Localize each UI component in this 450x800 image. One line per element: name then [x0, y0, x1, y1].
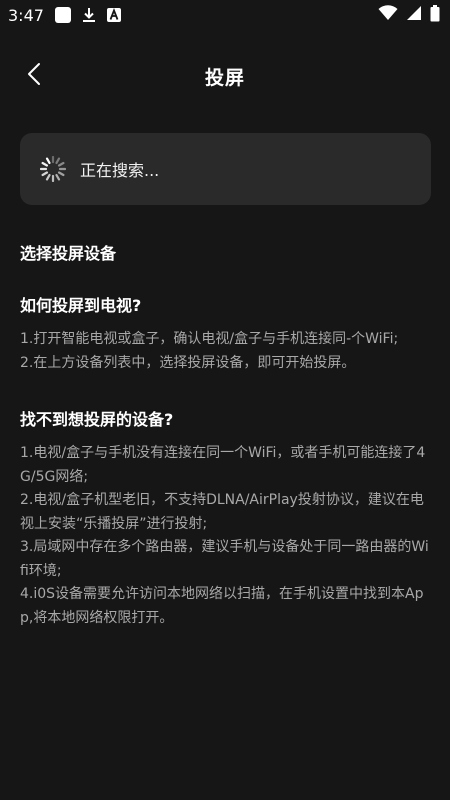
status-right-icons: [378, 0, 440, 30]
how-to-cast-steps: 1.打开智能电视或盒子，确认电视/盒子与手机连接同-个WiFi; 2.在上方设备…: [20, 328, 432, 375]
how-to-cast-title: 如何投屏到电视?: [20, 296, 142, 315]
spinner-tick: [45, 173, 51, 181]
signal-icon: [406, 5, 422, 25]
status-time: 3:47: [8, 5, 44, 25]
help-content: 选择投屏设备 如何投屏到电视? 1.打开智能电视或盒子，确认电视/盒子与手机连接…: [20, 236, 432, 630]
app-square-icon: [54, 6, 72, 24]
spinner-tick: [41, 171, 49, 177]
not-found-step-3: 3.局域网中存在多个路由器，建议手机与设备处于同一路由器的Wifi环境;: [20, 539, 429, 579]
status-bar: 3:47: [0, 0, 450, 30]
battery-icon: [430, 4, 440, 26]
search-status-text: 正在搜索...: [80, 161, 160, 180]
how-step-2: 2.在上方设备列表中，选择投屏设备，即可开始投屏。: [20, 354, 356, 371]
not-found-step-2: 2.电视/盒子机型老旧，不支持DLNA/AirPlay投射协议，建议在电视上安装…: [20, 492, 424, 532]
app-header: 投屏: [0, 48, 450, 104]
spinner-tick: [55, 157, 61, 165]
loading-spinner-icon: [39, 155, 67, 183]
wifi-icon: [378, 5, 398, 25]
device-search-card: 正在搜索...: [20, 133, 431, 205]
spinner-tick: [57, 171, 65, 177]
back-button[interactable]: [16, 58, 52, 94]
device-not-found-title: 找不到想投屏的设备?: [20, 410, 174, 429]
spinner-tick: [41, 161, 49, 167]
spinner-tick: [45, 157, 51, 165]
spinner-tick: [57, 161, 65, 167]
how-step-1: 1.打开智能电视或盒子，确认电视/盒子与手机连接同-个WiFi;: [20, 331, 399, 347]
chevron-left-icon: [27, 62, 41, 90]
page-title: 投屏: [204, 66, 245, 89]
not-found-step-1: 1.电视/盒子与手机没有连接在同一个WiFi，或者手机可能连接了4G/5G网络;: [20, 445, 426, 485]
a-badge-icon: [106, 7, 122, 23]
not-found-step-4: 4.i0S设备需要允许访问本地网络以扫描，在手机设置中找到本App,将本地网络权…: [20, 586, 424, 626]
spinner-tick: [55, 173, 61, 181]
device-not-found-steps: 1.电视/盒子与手机没有连接在同一个WiFi，或者手机可能连接了4G/5G网络;…: [20, 442, 432, 630]
select-device-title: 选择投屏设备: [20, 244, 117, 263]
download-icon: [81, 6, 97, 24]
